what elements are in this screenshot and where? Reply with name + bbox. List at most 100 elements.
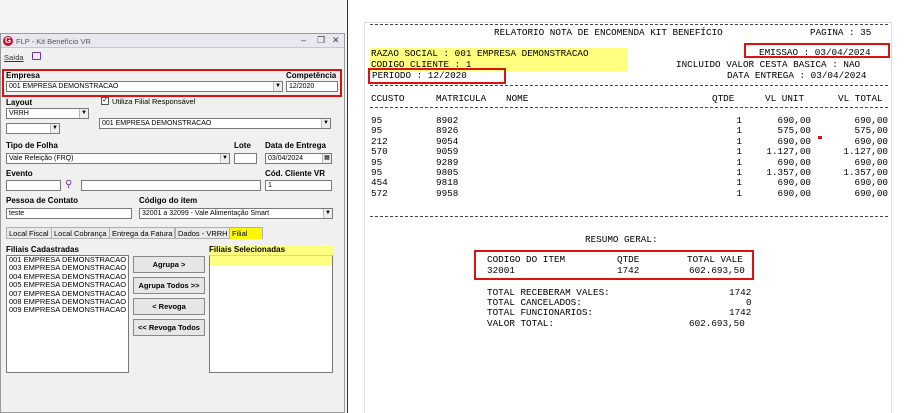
tipo-folha-label: Tipo de Folha [6,141,58,150]
table-cell: 690,00 [777,177,811,189]
table-cell: 1 [736,146,742,158]
header-ccusto: CCUSTO [371,93,405,104]
resumo-header-total: TOTAL VALE [687,254,743,265]
table-cell: 572 [371,187,388,199]
table-row: 454 9818 1 690,00 690,00 [370,178,890,188]
resumo-header-codigo: CODIGO DO ITEM [487,254,566,265]
restore-button[interactable]: ❐ [317,35,325,46]
table-cell: 690,00 [777,187,811,199]
list-item[interactable]: 009 EMPRESA DEMONSTRACAO [7,306,128,315]
tab-entrega-fatura[interactable]: Entrega da Fatura [109,227,176,239]
window-title: FLP - Kit Benefício VR [16,37,91,46]
layout-label: Layout [6,98,33,107]
calendar-icon[interactable]: ▦ [322,154,331,163]
chevron-down-icon[interactable]: ▼ [273,82,282,91]
resumo-header-qtde: QTDE [617,254,640,265]
divider [370,85,888,86]
chevron-down-icon[interactable]: ▼ [50,124,59,133]
emissao: EMISSAO : 03/04/2024 [759,47,871,58]
red-mark [818,136,822,139]
codigo-item-label: Código do item [139,196,198,205]
table-cell: 575,00 [854,125,888,137]
list-item-empty [210,256,332,265]
title-bar: G FLP - Kit Benefício VR – ❐ ✕ [1,34,344,48]
table-cell: 570 [371,146,388,158]
layout-sub-select[interactable]: ▼ [6,123,60,134]
layout-value: VRRH [9,110,29,117]
tab-local-fiscal[interactable]: Local Fiscal [6,227,52,239]
table-cell: 9818 [436,177,459,189]
monitor-icon[interactable] [32,52,41,60]
lote-input[interactable] [234,153,257,164]
header-matricula: MATRICULA [436,93,487,104]
empresa-value: 001 EMPRESA DEMONSTRACAO [9,83,119,90]
chevron-down-icon[interactable]: ▼ [220,154,229,163]
chevron-down-icon[interactable]: ▼ [321,119,330,128]
filiais-cadastradas-label: Filiais Cadastradas [6,245,79,254]
data-entrega-label: Data de Entrega [265,141,326,150]
report-rows: 95 8902 1 690,00 690,00 95 8926 1 575,00 575,00 21… [370,116,890,206]
close-button[interactable]: ✕ [332,35,340,46]
tab-filial[interactable]: Filial [229,227,263,239]
filial-responsavel-value: 001 EMPRESA DEMONSTRACAO [102,120,212,127]
filial-responsavel-select[interactable]: 001 EMPRESA DEMONSTRACAO ▼ [99,118,331,129]
resumo-title: RESUMO GERAL: [585,234,658,245]
tipo-folha-value: Vale Refeição (FRQ) [9,155,74,162]
table-cell: 690,00 [854,177,888,189]
menu-saida[interactable]: Saída [4,53,24,62]
table-cell: 1 [736,187,742,199]
pessoa-contato-label: Pessoa de Contato [6,196,79,205]
table-row: 570 9059 1 1.127,00 1.127,00 [370,147,890,157]
pessoa-contato-input[interactable]: teste [6,208,132,219]
empresa-select[interactable]: 001 EMPRESA DEMONSTRACAO ▼ [6,81,283,92]
total-value: 602.693,50 [689,318,745,329]
filiais-selecionadas-label: Filiais Selecionadas [209,245,333,255]
resumo-total: 602.693,50 [689,265,745,276]
tab-local-cobranca[interactable]: Local Cobrança [51,227,110,239]
empresa-label: Empresa [6,71,40,80]
total-label: VALOR TOTAL: [487,318,554,329]
layout-select[interactable]: VRRH ▼ [6,108,89,119]
header-vl-total: VL TOTAL [838,93,883,104]
revoga-button[interactable]: < Revoga [133,298,205,315]
divider [370,107,888,108]
table-cell: 95 [371,125,383,137]
tipo-folha-select[interactable]: Vale Refeição (FRQ) ▼ [6,153,230,164]
utiliza-filial-checkbox[interactable]: ✓ [101,97,109,105]
data-entrega-value: 03/04/2024 [268,155,304,162]
table-row: 572 9958 1 690,00 690,00 [370,187,890,199]
agrupa-todos-button[interactable]: Agrupa Todos >> [133,277,205,294]
revoga-todos-button[interactable]: << Revoga Todos [133,319,205,336]
search-icon[interactable]: ⚲ [65,180,76,191]
cod-cliente-input[interactable]: 1 [265,180,332,191]
app-window: G FLP - Kit Benefício VR – ❐ ✕ Saída Emp… [0,33,345,413]
table-cell: 1 [736,125,742,137]
data-entrega: DATA ENTREGA : 03/04/2024 [727,70,867,81]
total-label: TOTAL FUNCIONARIOS: [487,307,594,318]
evento-label: Evento [6,169,33,178]
codigo-item-select[interactable]: 32001 a 32099 - Vale Alimentação Smart ▼ [139,208,333,219]
competencia-input[interactable]: 12/2020 [286,81,338,92]
table-cell: 9958 [436,187,459,199]
chevron-down-icon[interactable]: ▼ [323,209,332,218]
table-cell: 1.127,00 [766,146,811,158]
data-entrega-input[interactable]: 03/04/2024 ▦ [265,153,332,164]
incluido-valor: INCLUIDO VALOR CESTA BASICA : NAO [676,59,861,70]
tab-dados-vrrh[interactable]: Dados - VRRH [175,227,231,239]
table-cell: 9059 [436,146,459,158]
evento-input[interactable] [6,180,61,191]
table-cell: 575,00 [777,125,811,137]
competencia-label: Competência [286,71,337,80]
agrupa-button[interactable]: Agrupa > [133,256,205,273]
chevron-down-icon[interactable]: ▼ [79,109,88,118]
filiais-selecionadas-list[interactable] [209,255,333,373]
periodo: PERIODO : 12/2020 [372,70,467,81]
filiais-cadastradas-list[interactable]: 001 EMPRESA DEMONSTRACAO 003 EMPRESA DEM… [6,255,129,373]
resumo-qtde: 1742 [617,265,640,276]
evento-description [81,180,261,191]
minimize-button[interactable]: – [301,35,306,45]
header-qtde: QTDE [712,93,735,104]
header-nome: NOME [506,93,529,104]
resumo-codigo: 32001 [487,265,515,276]
table-cell: 8926 [436,125,459,137]
